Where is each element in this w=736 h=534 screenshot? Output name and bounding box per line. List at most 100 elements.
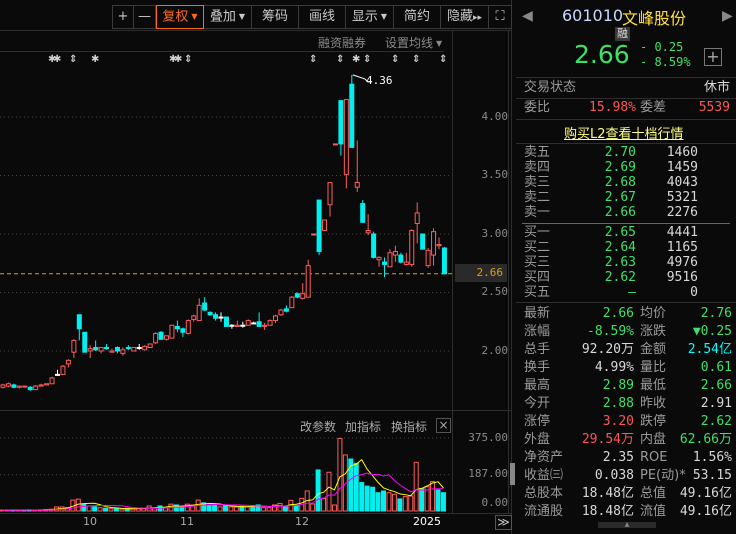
panel-collapse-handle[interactable] bbox=[510, 463, 515, 485]
stat-row: 最新 2.66 均价 2.76 bbox=[524, 305, 732, 323]
volume-bar bbox=[266, 507, 272, 512]
volume-bar bbox=[108, 508, 114, 512]
bid-row[interactable]: 买三 2.63 4976 bbox=[524, 255, 724, 270]
add-indicator-link[interactable]: 加指标 bbox=[345, 418, 381, 435]
bid-row[interactable]: 买五 — 0 bbox=[524, 285, 724, 300]
stat-row: 最高 2.89 最低 2.66 bbox=[524, 377, 732, 395]
ask-row[interactable]: 卖三 2.68 4043 bbox=[524, 175, 724, 190]
level-volume: 1460 bbox=[666, 145, 698, 160]
order-book-divider bbox=[522, 223, 730, 224]
double-chevron-right-icon: ≫ bbox=[497, 515, 510, 529]
candle-body bbox=[76, 314, 82, 330]
plus-icon: + bbox=[706, 47, 720, 66]
next-stock-arrow-icon[interactable]: ▶ bbox=[722, 8, 733, 24]
candle-body bbox=[251, 322, 257, 325]
candle-body bbox=[382, 261, 387, 265]
stat-label: 最高 bbox=[524, 378, 551, 393]
candle-body bbox=[125, 346, 131, 350]
level-price: 2.62 bbox=[604, 270, 636, 285]
candle-body bbox=[229, 324, 235, 327]
stat-label: ROE bbox=[640, 450, 668, 465]
candle-body bbox=[207, 311, 213, 316]
candle-body bbox=[11, 384, 17, 388]
candle-body bbox=[420, 233, 426, 250]
x-tick-dec: 12 bbox=[295, 515, 309, 528]
order-ratio-value: 15.98% bbox=[589, 100, 636, 115]
candle-body bbox=[223, 316, 229, 327]
candle-body bbox=[164, 335, 169, 340]
double-arrow-right-icon: ▸▸ bbox=[472, 13, 483, 23]
divider bbox=[516, 143, 736, 144]
volume-bar bbox=[179, 507, 185, 512]
level-label: 买五 bbox=[524, 285, 551, 300]
volume-bar bbox=[217, 506, 223, 512]
divider bbox=[516, 98, 736, 99]
bid-row[interactable]: 买二 2.64 1165 bbox=[524, 240, 724, 255]
stat-label: 涨跌 bbox=[640, 324, 667, 339]
level-volume: 2276 bbox=[666, 205, 698, 220]
candle-body bbox=[371, 233, 377, 258]
switch-indicator-link[interactable]: 换指标 bbox=[391, 418, 427, 435]
stat-value: 2.66 bbox=[602, 306, 634, 321]
candle-body bbox=[93, 346, 99, 351]
volume-bar bbox=[244, 506, 250, 512]
stat-value: -8.59% bbox=[587, 324, 634, 339]
stat-value: 3.20 bbox=[602, 414, 634, 429]
ask-row[interactable]: 卖四 2.69 1459 bbox=[524, 160, 724, 175]
volume-bar bbox=[413, 461, 419, 512]
stat-row: 收益㈢ 0.038 PE(动)* 53.15 bbox=[524, 467, 732, 485]
candle-body bbox=[65, 359, 71, 365]
level-price: 2.66 bbox=[604, 205, 636, 220]
candle-body bbox=[234, 324, 240, 327]
close-indicator-button[interactable]: × bbox=[436, 418, 451, 433]
volume-bar bbox=[206, 504, 212, 512]
candle-body bbox=[27, 386, 33, 391]
volume-bar bbox=[130, 508, 136, 512]
change-params-link[interactable]: 改参数 bbox=[300, 418, 336, 435]
volume-bar bbox=[386, 492, 392, 512]
panel-expand-handle[interactable]: ▲ bbox=[598, 522, 656, 528]
candle-body bbox=[365, 229, 371, 234]
candle-body bbox=[60, 365, 66, 375]
stat-row: 流通股 18.48亿 流值 49.16亿 bbox=[524, 503, 732, 521]
price-tick: 3.00 bbox=[481, 227, 509, 240]
scroll-right-button[interactable]: ≫ bbox=[495, 515, 512, 530]
ask-row[interactable]: 卖五 2.70 1460 bbox=[524, 145, 724, 160]
candle-body bbox=[425, 249, 431, 267]
bid-row[interactable]: 买一 2.65 4441 bbox=[524, 225, 724, 240]
level-label: 买四 bbox=[524, 270, 551, 285]
stat-label: 跌停 bbox=[640, 414, 667, 429]
volume-bar bbox=[391, 493, 397, 512]
stat-row: 净资产 2.35 ROE 1.56% bbox=[524, 449, 732, 467]
divider bbox=[516, 302, 736, 303]
chart-panel: + — 复权 ▼ 叠加 ▼ 筹码 画线 显示 ▼ 简约 隐藏▸▸ ⛶ 融资融券 设置均… bbox=[0, 0, 515, 534]
ask-row[interactable]: 卖一 2.66 2276 bbox=[524, 205, 724, 220]
add-watchlist-button[interactable]: + bbox=[704, 48, 722, 66]
high-annotation: 4.36 bbox=[366, 74, 393, 87]
candle-body bbox=[158, 331, 164, 340]
candle-body bbox=[169, 324, 175, 339]
candle-body bbox=[278, 309, 284, 316]
bid-row[interactable]: 买四 2.62 9516 bbox=[524, 270, 724, 285]
candle-body bbox=[202, 302, 208, 311]
candle-body bbox=[262, 324, 268, 327]
volume-bar bbox=[293, 505, 299, 512]
x-tick-oct: 10 bbox=[83, 515, 97, 528]
x-tick-2025: 2025 bbox=[413, 515, 441, 528]
ask-row[interactable]: 卖二 2.67 5321 bbox=[524, 190, 724, 205]
candle-body bbox=[441, 247, 447, 275]
candle-body bbox=[360, 203, 366, 223]
l2-upgrade-link[interactable]: 购买L2查看十档行情 bbox=[564, 123, 684, 142]
volume-bar bbox=[397, 498, 403, 512]
fullscreen-button[interactable]: ⛶ bbox=[489, 6, 511, 28]
x-tick-nov: 11 bbox=[180, 515, 194, 528]
candle-body bbox=[196, 304, 202, 322]
level-label: 买三 bbox=[524, 255, 551, 270]
volume-bar bbox=[310, 503, 316, 512]
volume-bar bbox=[348, 458, 354, 512]
candle-body bbox=[185, 320, 191, 334]
candle-body bbox=[120, 349, 126, 354]
prev-stock-arrow-icon[interactable]: ◀ bbox=[522, 8, 533, 24]
level-label: 卖二 bbox=[524, 190, 551, 205]
stock-name: 文峰股份 bbox=[622, 9, 687, 28]
